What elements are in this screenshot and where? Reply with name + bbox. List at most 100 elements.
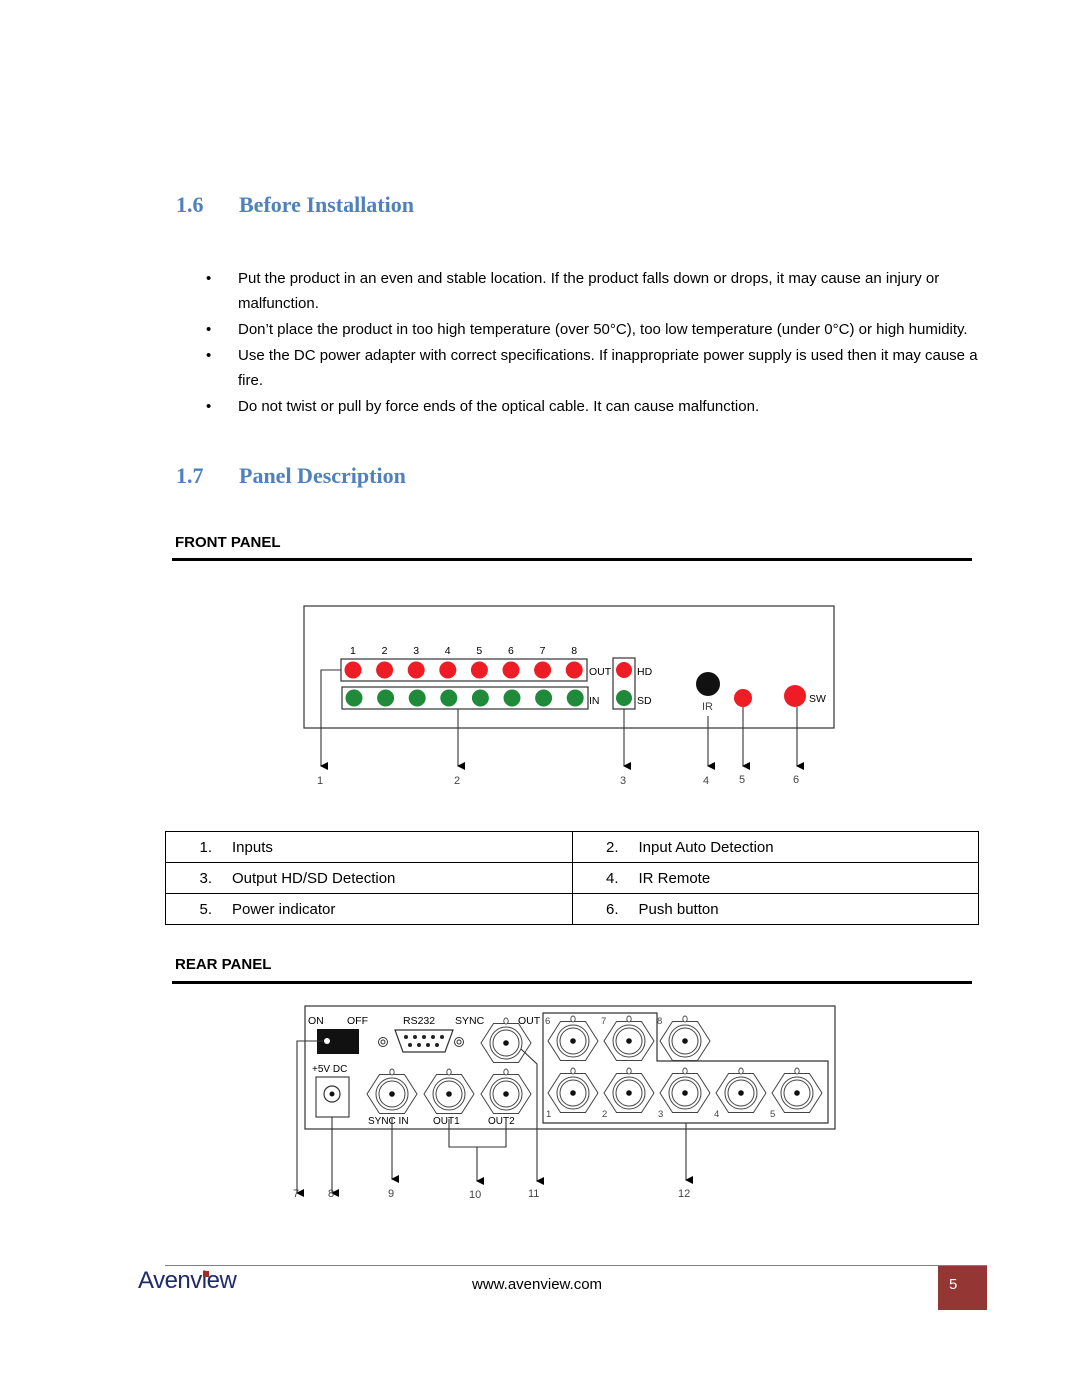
table-cell: 1. Inputs	[165, 831, 573, 863]
callout-number: 6	[793, 774, 799, 786]
rear-panel-diagram: ON OFF RS232 SYNC OUT +5V DC SYNC IN OUT…	[293, 1005, 836, 1201]
callout-number: 8	[328, 1188, 334, 1200]
on-label: ON	[308, 1015, 324, 1027]
item-number: 2.	[605, 838, 619, 856]
section-number: 1.6	[176, 192, 204, 217]
out1-label: OUT1	[433, 1116, 460, 1127]
dc-jack-pin	[329, 1091, 335, 1097]
hd-label: HD	[637, 666, 653, 678]
channel-number: 6	[508, 645, 514, 657]
out-label: OUT	[589, 666, 612, 678]
callout-number: 10	[469, 1189, 481, 1201]
item-number: 1.	[199, 838, 212, 856]
off-label: OFF	[347, 1015, 368, 1027]
front-panel-diagram: 1 2 3 4 5 6 7 8 OUT IN HD SD IR SW 1 2 3 4 5 6	[303, 605, 835, 787]
callout-number: 9	[388, 1188, 394, 1200]
installation-precautions-list: Put the product in an even and stable lo…	[200, 266, 980, 420]
rs232-label: RS232	[403, 1015, 435, 1027]
sd-label: SD	[637, 695, 652, 707]
callout-number: 11	[528, 1188, 539, 1200]
callout-number: 5	[739, 774, 745, 786]
input-number: 7	[601, 1016, 606, 1027]
sync-out-label: OUT	[518, 1015, 541, 1027]
dc-jack-frame	[315, 1076, 350, 1118]
push-button	[784, 685, 806, 707]
callout-number: 3	[620, 775, 626, 787]
table-cell: 6. Push button	[571, 893, 979, 925]
input-led	[440, 689, 458, 707]
sw-label: SW	[809, 693, 826, 705]
input-led	[503, 689, 521, 707]
power-indicator-led	[734, 689, 752, 707]
section-number: 1.7	[176, 463, 204, 488]
channel-number: 3	[413, 645, 419, 657]
table-cell: 3. Output HD/SD Detection	[165, 862, 573, 894]
table-row: 3. Output HD/SD Detection 4. IR Remote	[165, 862, 979, 894]
table-cell: 4. IR Remote	[571, 862, 979, 894]
list-item: Don’t place the product in too high temp…	[200, 317, 980, 342]
item-number: 4.	[605, 869, 619, 887]
input-number: 8	[657, 1016, 662, 1027]
item-label: Output HD/SD Detection	[232, 869, 396, 887]
front-panel-heading: FRONT PANEL	[175, 534, 281, 551]
input-led	[535, 689, 553, 707]
item-number: 3.	[199, 869, 212, 887]
callout-number: 7	[293, 1188, 299, 1200]
item-label: Input Auto Detection	[638, 838, 774, 856]
input-led	[345, 689, 363, 707]
input-number: 4	[714, 1109, 719, 1120]
power-switch-knob	[324, 1038, 330, 1044]
sd-led	[616, 690, 632, 706]
item-label: Inputs	[232, 838, 273, 856]
section-title: Panel Description	[239, 463, 406, 488]
page-number-badge: 5	[938, 1266, 987, 1310]
output-led	[502, 661, 520, 679]
rear-panel-heading: REAR PANEL	[175, 956, 272, 973]
section-heading-panel-description: 1.7 Panel Description	[176, 463, 576, 493]
list-item: Use the DC power adapter with correct sp…	[200, 343, 980, 393]
ir-sensor	[696, 672, 720, 696]
footer-url: www.avenview.com	[472, 1276, 603, 1293]
input-led	[471, 689, 489, 707]
item-label: IR Remote	[638, 869, 711, 887]
input-led	[408, 689, 426, 707]
section-heading-before-installation: 1.6 Before Installation	[176, 192, 576, 222]
callout-number: 4	[703, 775, 709, 787]
item-number: 6.	[605, 900, 619, 918]
ir-label: IR	[702, 701, 713, 713]
out2-label: OUT2	[488, 1116, 515, 1127]
callout-number: 12	[678, 1188, 690, 1200]
input-number: 2	[602, 1109, 607, 1120]
callout-number: 1	[317, 775, 323, 787]
table-row: 5. Power indicator 6. Push button	[165, 893, 979, 925]
list-item: Do not twist or pull by force ends of th…	[200, 394, 980, 419]
channel-number: 1	[350, 645, 356, 657]
output-led	[565, 661, 583, 679]
sync-label: SYNC	[455, 1015, 485, 1027]
power-switch	[317, 1029, 359, 1054]
input-number: 3	[658, 1109, 663, 1120]
channel-number: 7	[540, 645, 546, 657]
page-number: 5	[949, 1276, 958, 1293]
item-number: 5.	[199, 900, 212, 918]
input-led	[377, 689, 395, 707]
section-title: Before Installation	[239, 192, 414, 217]
item-label: Push button	[638, 900, 719, 918]
list-item: Put the product in an even and stable lo…	[200, 266, 980, 316]
output-led	[439, 661, 457, 679]
rear-panel-divider	[172, 981, 972, 984]
output-led	[470, 661, 488, 679]
table-row: 1. Inputs 2. Input Auto Detection	[165, 831, 979, 863]
avenview-logo: Avenview	[138, 1267, 237, 1294]
channel-number: 5	[476, 645, 482, 657]
channel-number: 4	[445, 645, 451, 657]
footer-divider	[165, 1265, 987, 1266]
table-cell: 5. Power indicator	[165, 893, 573, 925]
sync-in-label: SYNC IN	[368, 1116, 409, 1127]
output-led	[344, 661, 362, 679]
front-panel-divider	[172, 558, 972, 561]
channel-number: 2	[382, 645, 388, 657]
dc-label: +5V DC	[312, 1064, 347, 1075]
input-led	[566, 689, 584, 707]
table-cell: 2. Input Auto Detection	[571, 831, 979, 863]
